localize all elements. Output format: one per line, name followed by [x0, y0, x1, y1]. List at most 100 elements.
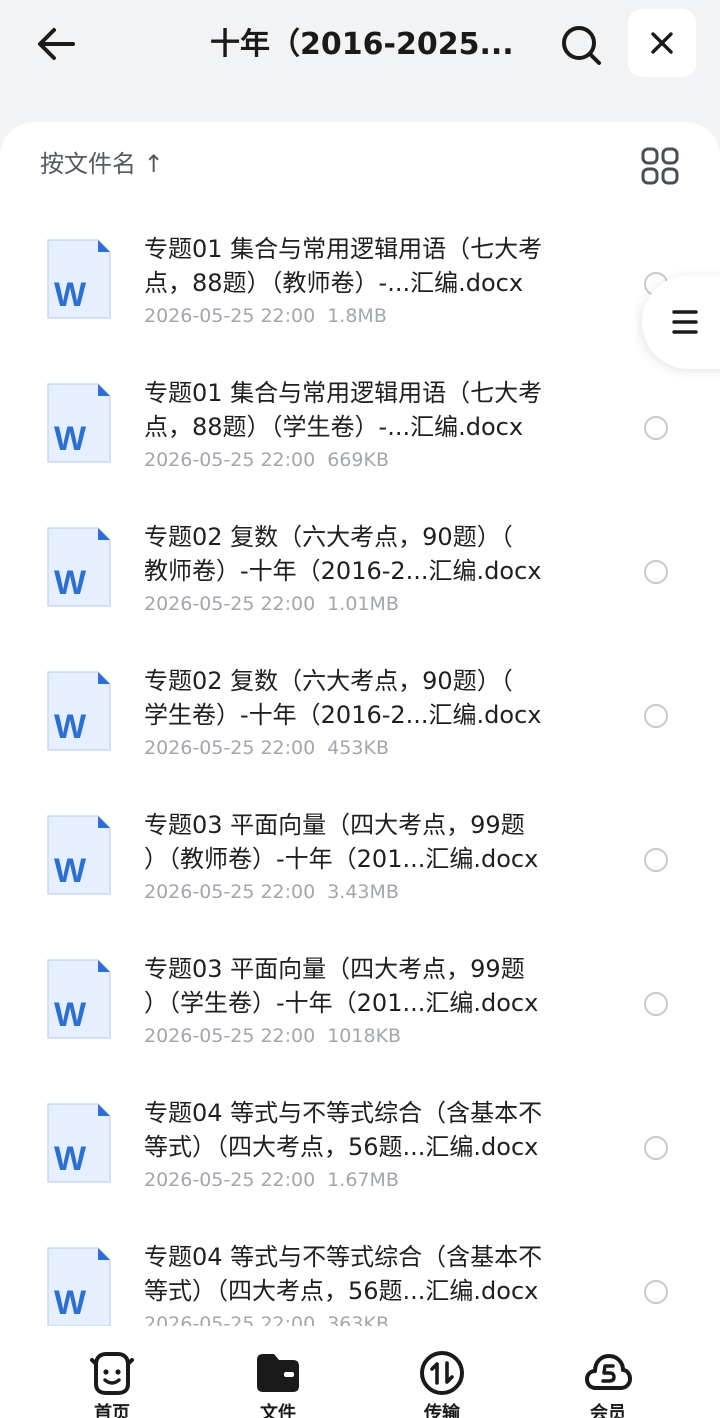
file-name: 专题02 复数（六大考点，90题）（ 教师卷）-十年（2016-2...汇编.do… [144, 520, 584, 588]
file-date: 2026-05-25 22:00 [144, 305, 316, 327]
file-row[interactable]: W 专题03 平面向量（四大考点，99题 ）（教师卷）-十年（201...汇编.do… [0, 790, 720, 934]
transfer-icon [420, 1351, 464, 1395]
file-date: 2026-05-25 22:00 [144, 881, 316, 903]
svg-text:W: W [54, 564, 87, 602]
menu-lines-icon [672, 310, 698, 334]
file-meta: 2026-05-25 22:00 1.67MB [144, 1166, 399, 1194]
file-name-line: ）（学生卷）-十年（201...汇编.docx [144, 989, 539, 1017]
file-row[interactable]: W 专题04 等式与不等式综合（含基本不 等式）（四大考点，56题...汇编.doc… [0, 1222, 720, 1326]
svg-text:W: W [54, 708, 87, 746]
close-icon [651, 32, 673, 54]
grid-view-icon [641, 147, 679, 185]
file-name: 专题01 集合与常用逻辑用语（七大考 点，88题）（学生卷）-...汇编.docx [144, 376, 584, 444]
folder-icon [257, 1354, 299, 1392]
svg-text:W: W [54, 1140, 87, 1178]
back-arrow-icon [38, 28, 75, 60]
word-doc-icon: W [47, 1247, 111, 1326]
svg-text:W: W [54, 1284, 87, 1322]
word-doc-icon: W [47, 527, 111, 607]
word-doc-icon: W [47, 239, 111, 319]
bottom-navigation: 首页 文件 传输 会员 [0, 1326, 720, 1418]
select-checkbox[interactable] [644, 848, 668, 872]
file-size: 1.67MB [327, 1169, 399, 1191]
file-row[interactable]: W 专题03 平面向量（四大考点，99题 ）（学生卷）-十年（201...汇编.do… [0, 934, 720, 1078]
file-name: 专题02 复数（六大考点，90题）（ 学生卷）-十年（2016-2...汇编.do… [144, 664, 584, 732]
nav-label: 会员 [590, 1403, 626, 1418]
nav-label: 首页 [94, 1403, 130, 1418]
nav-transfer[interactable]: 传输 [382, 1326, 502, 1418]
file-row[interactable]: W 专题01 集合与常用逻辑用语（七大考 点，88题）（学生卷）-...汇编.doc… [0, 358, 720, 502]
select-checkbox[interactable] [644, 992, 668, 1016]
file-date: 2026-05-25 22:00 [144, 449, 316, 471]
file-size: 669KB [327, 449, 389, 471]
word-doc-icon: W [47, 671, 111, 751]
select-checkbox[interactable] [644, 416, 668, 440]
file-name-line: 等式）（四大考点，56题...汇编.docx [144, 1133, 539, 1161]
file-size: 363KB [327, 1313, 389, 1326]
sort-by-name-button[interactable]: 按文件名 ↑ [40, 148, 164, 180]
word-doc-icon: W [47, 815, 111, 895]
file-date: 2026-05-25 22:00 [144, 1169, 316, 1191]
file-name-line: 专题04 等式与不等式综合（含基本不 [144, 1099, 543, 1127]
file-date: 2026-05-25 22:00 [144, 737, 316, 759]
file-name-line: 专题02 复数（六大考点，90题）（ [144, 667, 513, 695]
page-title: 十年（2016-2025... [210, 27, 514, 62]
file-meta: 2026-05-25 22:00 3.43MB [144, 878, 399, 906]
file-size: 3.43MB [327, 881, 399, 903]
file-size: 1.01MB [327, 593, 399, 615]
file-name-line: 专题02 复数（六大考点，90题）（ [144, 523, 513, 551]
file-name: 专题03 平面向量（四大考点，99题 ）（学生卷）-十年（201...汇编.doc… [144, 952, 584, 1020]
word-doc-icon: W [47, 383, 111, 463]
select-checkbox[interactable] [644, 704, 668, 728]
file-name-line: 专题04 等式与不等式综合（含基本不 [144, 1243, 543, 1271]
file-name: 专题04 等式与不等式综合（含基本不 等式）（四大考点，56题...汇编.docx [144, 1240, 584, 1308]
file-date: 2026-05-25 22:00 [144, 1025, 316, 1047]
file-size: 453KB [327, 737, 389, 759]
file-meta: 2026-05-25 22:00 453KB [144, 734, 389, 762]
file-name: 专题01 集合与常用逻辑用语（七大考 点，88题）（教师卷）-...汇编.docx [144, 232, 584, 300]
file-row[interactable]: W 专题04 等式与不等式综合（含基本不 等式）（四大考点，56题...汇编.doc… [0, 1078, 720, 1222]
file-row[interactable]: W 专题01 集合与常用逻辑用语（七大考 点，88题）（教师卷）-...汇编.doc… [0, 214, 720, 358]
word-doc-icon: W [47, 959, 111, 1039]
file-browser-screen: 十年（2016-2025... 按文件名 ↑ W 专题01 集合与常用逻辑用语（七… [0, 0, 720, 1418]
file-name-line: 点，88题）（教师卷）-...汇编.docx [144, 269, 524, 297]
file-size: 1018KB [327, 1025, 402, 1047]
select-checkbox[interactable] [644, 1136, 668, 1160]
file-meta: 2026-05-25 22:00 1.8MB [144, 302, 387, 330]
svg-text:W: W [54, 852, 87, 890]
file-name-line: 专题01 集合与常用逻辑用语（七大考 [144, 235, 543, 263]
file-meta: 2026-05-25 22:00 1018KB [144, 1022, 401, 1050]
vip-cloud-icon [585, 1354, 632, 1390]
svg-text:W: W [54, 276, 87, 314]
file-name: 专题04 等式与不等式综合（含基本不 等式）（四大考点，56题...汇编.docx [144, 1096, 584, 1164]
word-doc-icon: W [47, 1103, 111, 1183]
svg-text:W: W [54, 420, 87, 458]
search-button[interactable] [556, 20, 606, 70]
file-meta: 2026-05-25 22:00 363KB [144, 1310, 389, 1326]
file-name-line: 专题03 平面向量（四大考点，99题 [144, 955, 525, 983]
file-name-line: 专题03 平面向量（四大考点，99题 [144, 811, 525, 839]
file-name-line: 等式）（四大考点，56题...汇编.docx [144, 1277, 539, 1305]
home-face-icon [90, 1352, 134, 1395]
select-checkbox[interactable] [644, 1280, 668, 1304]
nav-label: 文件 [260, 1403, 296, 1418]
file-name-line: 点，88题）（学生卷）-...汇编.docx [144, 413, 524, 441]
file-name-line: 专题01 集合与常用逻辑用语（七大考 [144, 379, 543, 407]
file-meta: 2026-05-25 22:00 669KB [144, 446, 389, 474]
back-button[interactable] [30, 20, 82, 68]
close-button[interactable] [628, 9, 696, 77]
file-row[interactable]: W 专题02 复数（六大考点，90题）（ 教师卷）-十年（2016-2...汇编.d… [0, 502, 720, 646]
select-checkbox[interactable] [644, 560, 668, 584]
file-name-line: ）（教师卷）-十年（201...汇编.docx [144, 845, 539, 873]
file-name-line: 学生卷）-十年（2016-2...汇编.docx [144, 701, 542, 729]
file-date: 2026-05-25 22:00 [144, 593, 316, 615]
file-name-line: 教师卷）-十年（2016-2...汇编.docx [144, 557, 542, 585]
grid-view-button[interactable] [640, 146, 680, 186]
nav-label: 传输 [424, 1403, 460, 1418]
nav-files[interactable]: 文件 [218, 1326, 338, 1418]
file-row[interactable]: W 专题02 复数（六大考点，90题）（ 学生卷）-十年（2016-2...汇编.d… [0, 646, 720, 790]
nav-vip[interactable]: 会员 [548, 1326, 668, 1418]
file-size: 1.8MB [327, 305, 387, 327]
file-list: W 专题01 集合与常用逻辑用语（七大考 点，88题）（教师卷）-...汇编.doc… [0, 214, 720, 1326]
nav-home[interactable]: 首页 [52, 1326, 172, 1418]
